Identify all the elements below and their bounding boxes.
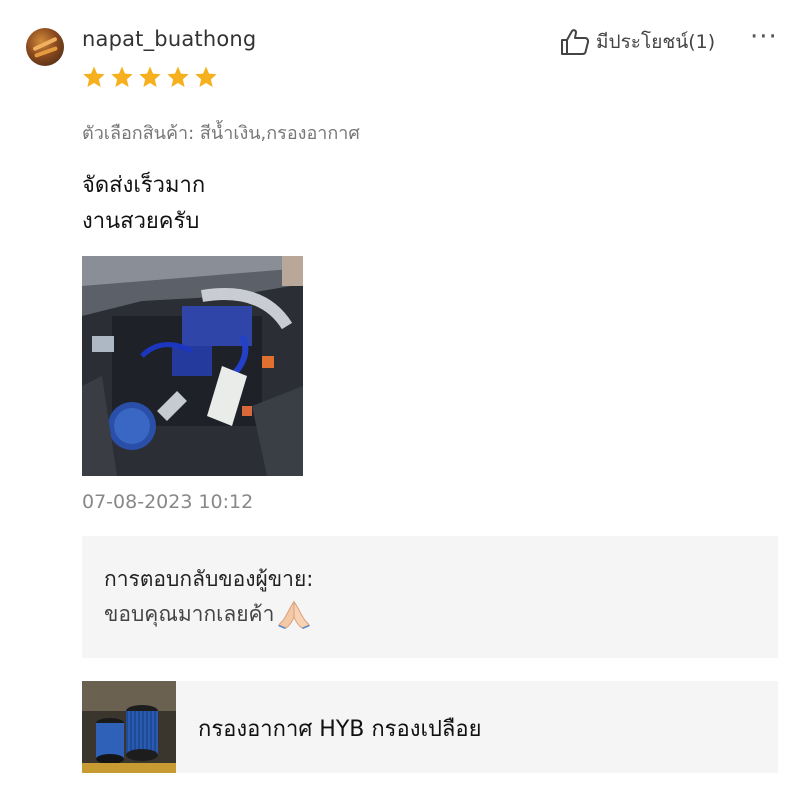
- air-filter-image: [82, 681, 176, 773]
- star-icon: [195, 66, 217, 87]
- star-rating: [82, 65, 218, 89]
- review-photo[interactable]: [82, 256, 303, 476]
- engine-bay-image: [82, 256, 303, 476]
- seller-reply: การตอบกลับของผู้ขาย: ขอบคุณมากเลยค้า: [82, 536, 778, 658]
- more-options-button[interactable]: ···: [750, 22, 778, 52]
- product-variation: ตัวเลือกสินค้า: สีน้ำเงิน,กรองอากาศ: [82, 123, 360, 144]
- helpful-button[interactable]: มีประโยชน์(1): [560, 27, 715, 57]
- star-icon: [139, 66, 161, 87]
- star-icon: [83, 66, 105, 87]
- seller-reply-text: ขอบคุณมากเลยค้า: [104, 602, 275, 626]
- reviewer-username[interactable]: napat_buathong: [82, 27, 256, 51]
- product-name: กรองอากาศ HYB กรองเปลือย: [198, 717, 482, 742]
- helpful-label: มีประโยชน์(1): [596, 31, 716, 53]
- thumbs-up-icon: [561, 29, 590, 55]
- seller-reply-body: ขอบคุณมากเลยค้า: [104, 596, 756, 632]
- comment-line: จัดส่งเร็วมาก: [82, 173, 206, 198]
- review-comment: จัดส่งเร็วมาก งานสวยครับ: [82, 168, 205, 240]
- product-card[interactable]: กรองอากาศ HYB กรองเปลือย: [82, 681, 778, 773]
- folded-hands-icon: [278, 600, 311, 629]
- comment-line: งานสวยครับ: [82, 209, 200, 234]
- review-timestamp: 07-08-2023 10:12: [82, 491, 254, 513]
- product-thumbnail: [82, 681, 176, 773]
- star-icon: [167, 66, 189, 87]
- star-icon: [111, 66, 133, 87]
- reviewer-avatar[interactable]: [26, 28, 64, 66]
- seller-reply-title: การตอบกลับของผู้ขาย:: [104, 567, 314, 591]
